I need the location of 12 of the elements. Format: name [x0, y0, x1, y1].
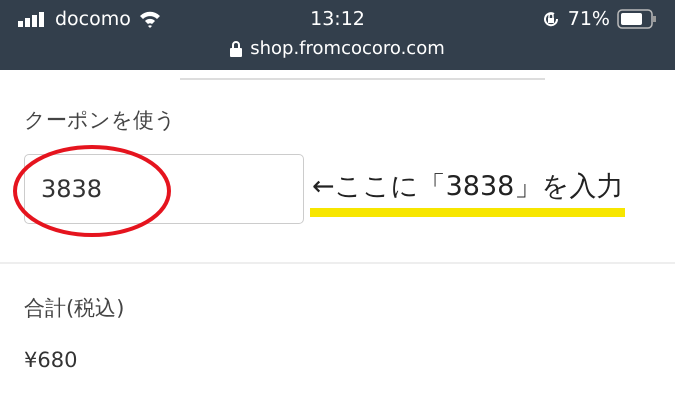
url-text[interactable]: shop.fromcocoro.com: [250, 38, 445, 59]
wifi-icon: [138, 10, 162, 28]
battery-icon: [616, 9, 657, 29]
carrier-name: docomo: [55, 8, 131, 30]
lock-icon: [230, 40, 242, 56]
clock-time: 13:12: [310, 8, 365, 30]
total-amount: ¥680: [24, 348, 78, 372]
coupon-label: クーポンを使う: [24, 107, 177, 134]
coupon-input[interactable]: 3838: [24, 154, 304, 224]
total-label: 合計(税込): [24, 295, 126, 322]
annotation-text: ←ここに「3838」を入力: [310, 168, 626, 216]
battery-percent: 71%: [568, 8, 610, 30]
